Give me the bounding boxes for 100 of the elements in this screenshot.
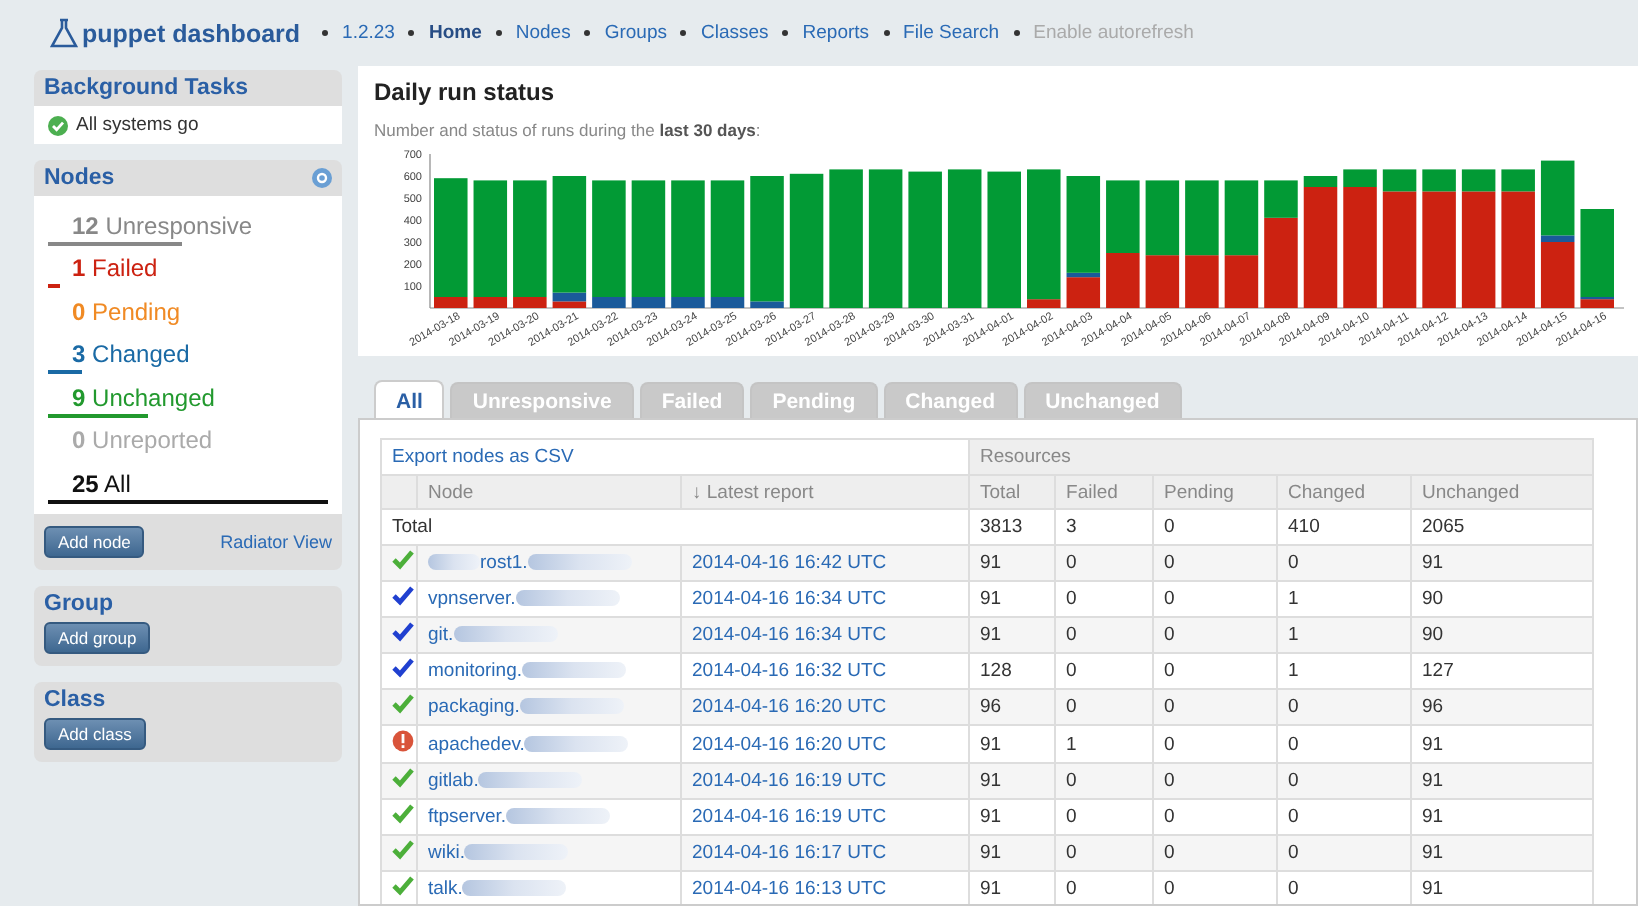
- redacted-mark: [462, 880, 567, 897]
- table-cell: 410: [1277, 509, 1412, 545]
- table-cell: 91: [969, 799, 1056, 835]
- table-cell: 90: [1411, 617, 1593, 653]
- table-cell: 0: [1055, 545, 1154, 581]
- logo-text: puppet dashboard: [82, 19, 301, 47]
- nav-link[interactable]: Nodes: [515, 22, 571, 44]
- table-cell: 128: [969, 653, 1056, 689]
- table-cell: 91: [969, 835, 1056, 871]
- flask-logo-icon: [50, 18, 78, 48]
- redacted-mark: [515, 590, 620, 607]
- table-cell: 127: [1411, 653, 1593, 689]
- node-link[interactable]: rost1.: [480, 552, 528, 574]
- table-cell: 91: [969, 617, 1056, 653]
- table-cell: 0: [1153, 799, 1278, 835]
- table-cell: 0: [1055, 653, 1154, 689]
- column-header[interactable]: Failed: [1055, 475, 1154, 509]
- add-group-button[interactable]: Add group: [44, 621, 151, 653]
- export-csv-link[interactable]: Export nodes as CSV: [392, 446, 574, 468]
- table-cell: 0: [1277, 835, 1412, 871]
- node-status-link[interactable]: 9 Unchanged: [72, 383, 215, 412]
- bar: [829, 169, 863, 308]
- table-cell: 0: [1277, 799, 1412, 835]
- column-group-header: Resources: [969, 439, 1593, 475]
- panel-title: Group: [44, 591, 113, 615]
- panel-title: Class: [44, 687, 106, 711]
- table-cell: 1: [1055, 725, 1154, 763]
- check-icon: [392, 694, 414, 714]
- redacted-mark: [524, 735, 629, 752]
- redacted-mark: [478, 772, 583, 789]
- column-header[interactable]: Pending: [1153, 475, 1278, 509]
- bar: [1106, 180, 1140, 253]
- chart-subtitle: Number and status of runs during the last 30 days:: [374, 120, 763, 140]
- table-cell: 0: [1055, 871, 1154, 904]
- node-status-link[interactable]: 3 Changed: [72, 340, 190, 369]
- bullet-icon: [782, 30, 789, 36]
- nav-link[interactable]: Reports: [802, 22, 870, 44]
- table-cell: 91: [969, 725, 1056, 763]
- table-cell: 0: [1277, 689, 1412, 725]
- table-cell: 91: [969, 545, 1056, 581]
- bullet-icon: [883, 30, 890, 36]
- redacted-mark: [428, 554, 480, 571]
- table-cell: 0: [1153, 689, 1278, 725]
- table-cell: 3: [1055, 509, 1154, 545]
- node-link[interactable]: ftpserver.: [428, 806, 507, 828]
- column-header[interactable]: Total: [969, 475, 1056, 509]
- bar: [1106, 253, 1140, 308]
- table-cell: 0: [1277, 763, 1412, 799]
- table-cell: 91: [1411, 799, 1593, 835]
- table-cell: 0: [1153, 617, 1278, 653]
- nav-link[interactable]: Classes: [700, 22, 769, 44]
- help-icon[interactable]: [312, 168, 332, 188]
- nav-link[interactable]: Groups: [604, 22, 667, 44]
- table-cell: 91: [969, 871, 1056, 904]
- table-cell: 91: [1411, 871, 1593, 904]
- node-status-link[interactable]: 1 Failed: [72, 254, 158, 283]
- table-cell: 0: [1153, 581, 1278, 617]
- table-cell: 0: [1153, 509, 1278, 545]
- table-cell: 91: [969, 763, 1056, 799]
- node-link[interactable]: wiki.: [428, 842, 465, 864]
- node-status-link[interactable]: 25 All: [72, 469, 131, 498]
- panel-title: Nodes: [44, 166, 115, 190]
- table-cell: 91: [1411, 763, 1593, 799]
- table-cell: 1: [1277, 617, 1412, 653]
- redacted-mark: [527, 554, 632, 571]
- bar: [947, 169, 982, 308]
- table-cell: 0: [1153, 653, 1278, 689]
- table-cell: 90: [1411, 581, 1593, 617]
- redacted-mark: [519, 698, 624, 715]
- column-header[interactable]: ↓ Latest report: [681, 475, 970, 509]
- nav-link[interactable]: Home: [428, 22, 482, 44]
- column-header[interactable]: Node: [417, 475, 681, 509]
- table-cell: 1: [1277, 581, 1412, 617]
- bar: [789, 173, 824, 308]
- node-link[interactable]: talk.: [428, 878, 463, 900]
- bar: [987, 171, 1021, 308]
- nav-link[interactable]: File Search: [903, 22, 1000, 44]
- add-node-button[interactable]: Add node: [44, 525, 145, 557]
- add-class-button[interactable]: Add class: [44, 717, 146, 749]
- table-cell: 0: [1277, 545, 1412, 581]
- table-cell: 0: [1153, 763, 1278, 799]
- radiator-view-link[interactable]: Radiator View: [220, 531, 332, 551]
- table-cell: 0: [1153, 545, 1278, 581]
- node-link[interactable]: git.: [428, 624, 454, 646]
- redacted-mark: [464, 844, 569, 861]
- check-icon: [392, 550, 414, 570]
- bullet-icon: [584, 30, 591, 36]
- check-icon: [392, 804, 414, 824]
- column-header[interactable]: Unchanged: [1411, 475, 1593, 509]
- table-cell: 0: [1277, 725, 1412, 763]
- panel-title: Background Tasks: [44, 76, 249, 100]
- table-cell: Total: [381, 509, 970, 545]
- chart-title: Daily run status: [374, 78, 557, 106]
- bullet-icon: [1013, 30, 1020, 36]
- column-header[interactable]: Changed: [1277, 475, 1412, 509]
- table-cell: 0: [1277, 871, 1412, 904]
- check-icon: [392, 622, 414, 642]
- filter-tab[interactable]: All: [374, 380, 445, 420]
- node-status-link[interactable]: 12 Unresponsive: [72, 211, 253, 240]
- node-link[interactable]: gitlab.: [428, 770, 479, 792]
